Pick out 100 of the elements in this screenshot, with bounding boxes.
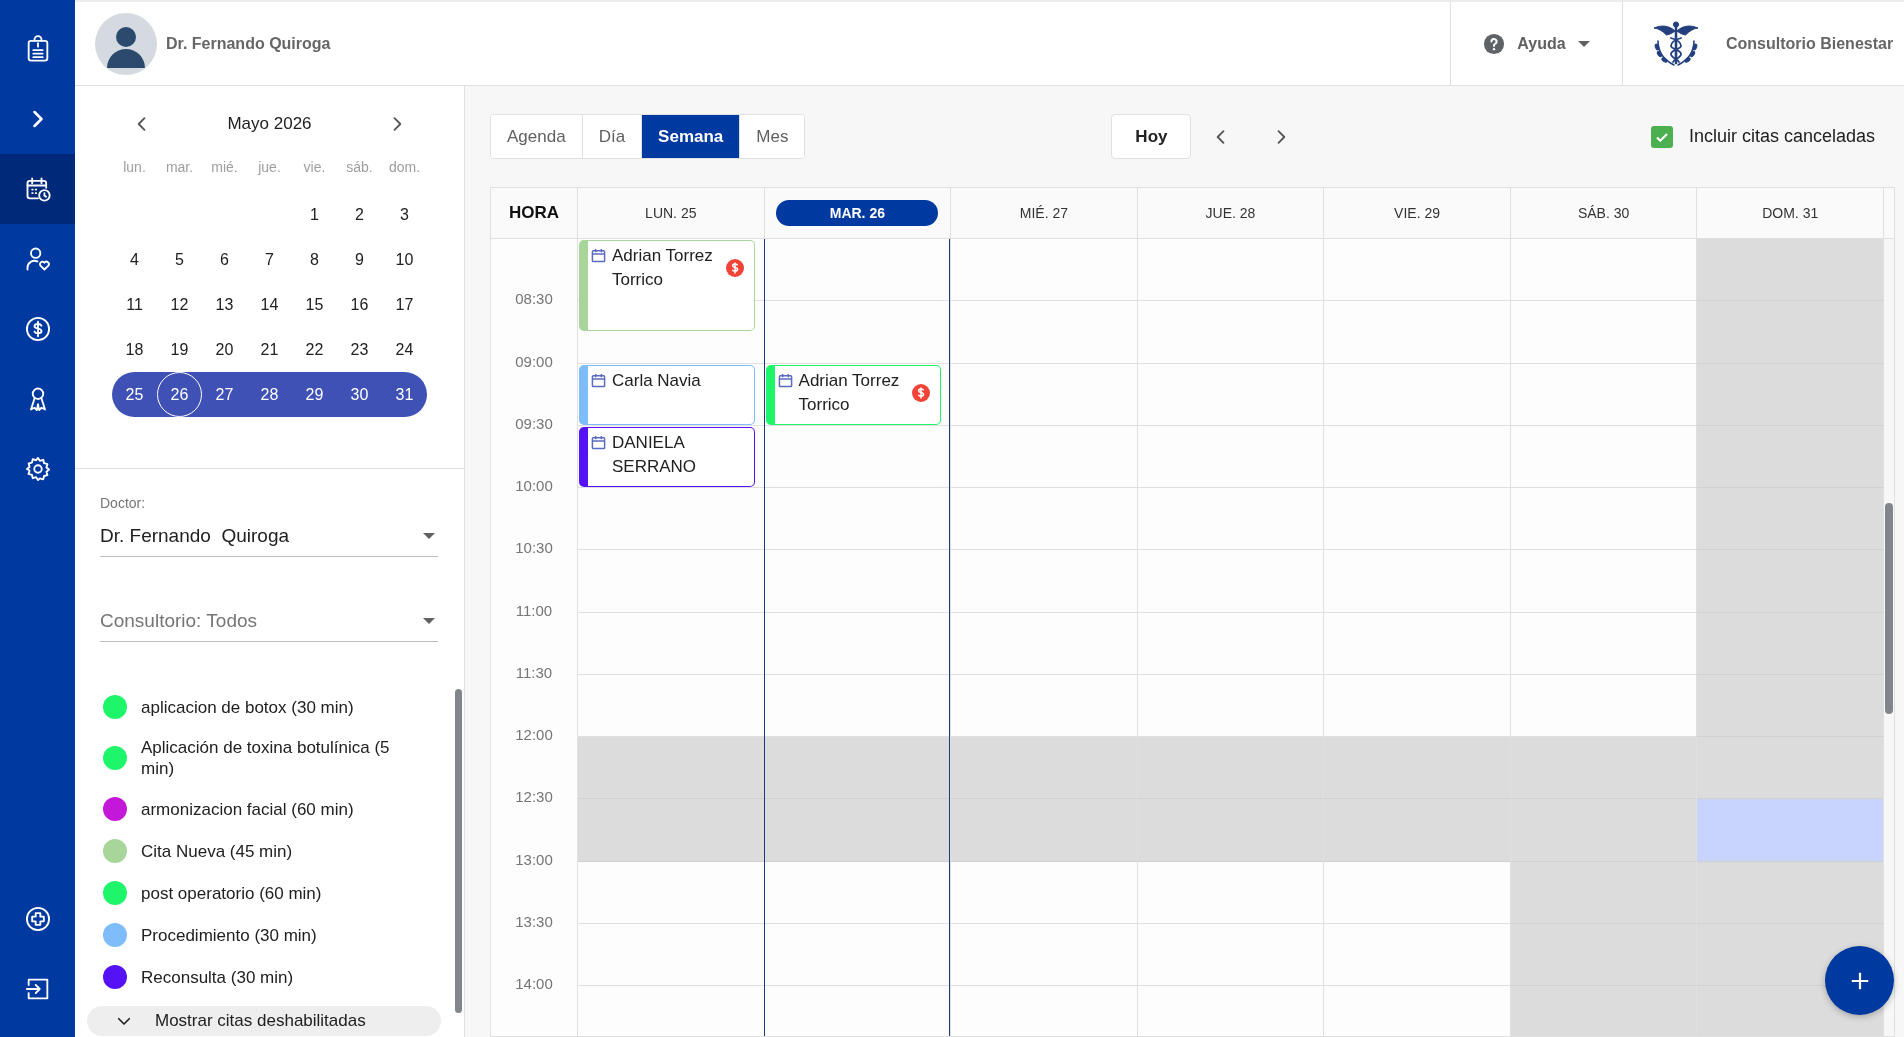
appointment-type-label: post operatorio (60 min) bbox=[141, 882, 322, 904]
calendar-day[interactable]: 18 bbox=[112, 327, 157, 372]
selected-week-band[interactable]: 25 26 27 28 29 30 31 bbox=[112, 372, 427, 417]
appointment-card[interactable]: Adrian Torrez Torrico bbox=[579, 240, 755, 332]
calendar-day[interactable]: 4 bbox=[112, 237, 157, 282]
calendar-day[interactable]: 27 bbox=[202, 372, 247, 417]
calendar-day[interactable]: 14 bbox=[247, 282, 292, 327]
patient-name: Carla Navia bbox=[612, 369, 702, 392]
time-label: 08:30 bbox=[515, 290, 553, 309]
include-cancelled-label[interactable]: Incluir citas canceladas bbox=[1688, 126, 1875, 147]
calendar-day[interactable]: 10 bbox=[382, 237, 427, 282]
user-name: Dr. Fernando Quiroga bbox=[166, 34, 331, 53]
time-label: 12:00 bbox=[515, 726, 553, 744]
calendar-day[interactable]: 23 bbox=[337, 327, 382, 372]
appointment-type-label: Procedimiento (30 min) bbox=[141, 924, 317, 946]
time-label: 13:30 bbox=[515, 912, 553, 931]
calendar-icon bbox=[591, 434, 606, 450]
calendar-icon bbox=[591, 372, 606, 388]
calendar-day[interactable]: 24 bbox=[382, 327, 427, 372]
appointment-type-label: Reconsulta (30 min) bbox=[141, 966, 294, 988]
view-tab[interactable]: Agenda bbox=[491, 115, 583, 158]
today-button[interactable]: Hoy bbox=[1111, 114, 1192, 159]
time-label: 11:00 bbox=[515, 601, 553, 620]
calendar-day[interactable]: 13 bbox=[202, 282, 247, 327]
weekday-label: mié. bbox=[211, 159, 238, 175]
calendar-day[interactable]: 28 bbox=[247, 372, 292, 417]
appointment-type-label: Cita Nueva (45 min) bbox=[141, 840, 293, 862]
calendar-day[interactable]: 16 bbox=[337, 282, 382, 327]
caret-down-icon bbox=[1577, 40, 1590, 47]
include-cancelled-checkbox[interactable] bbox=[1650, 125, 1673, 148]
calendar-icon bbox=[591, 248, 606, 263]
caret-down-icon bbox=[423, 618, 435, 624]
day-header[interactable]: MAR. 26 bbox=[776, 200, 939, 226]
time-label: 11:30 bbox=[515, 663, 553, 682]
day-header[interactable]: VIE. 29 bbox=[1394, 205, 1440, 221]
calendar-day[interactable]: 3 bbox=[382, 192, 427, 237]
avatar-icon bbox=[95, 12, 157, 75]
nav-button[interactable] bbox=[0, 154, 75, 224]
calendar-day[interactable]: 9 bbox=[337, 237, 382, 282]
patient-name: DANIELA SERRANO bbox=[612, 431, 698, 478]
calendar-day[interactable]: 6 bbox=[202, 237, 247, 282]
weekday-label: lun. bbox=[123, 159, 146, 175]
calendar-day[interactable]: 25 bbox=[112, 372, 157, 417]
scrollbar-thumb[interactable] bbox=[1885, 503, 1893, 714]
plus-circle-icon bbox=[23, 905, 52, 933]
time-label: 12:30 bbox=[515, 788, 553, 807]
weekday-label: dom. bbox=[388, 159, 421, 175]
time-label: 09:30 bbox=[515, 414, 553, 433]
dollar-circle-icon bbox=[23, 315, 52, 343]
calendar-day[interactable]: 15 bbox=[292, 282, 337, 327]
time-column-header: HORA bbox=[508, 203, 560, 223]
help-button[interactable]: Ayuda bbox=[1479, 26, 1594, 61]
calendar-day[interactable]: 22 bbox=[292, 327, 337, 372]
weekday-label: mar. bbox=[165, 159, 194, 175]
view-tab[interactable]: Semana bbox=[642, 115, 741, 158]
help-icon bbox=[1483, 32, 1506, 55]
patient-name: Adrian Torrez Torrico bbox=[612, 245, 714, 291]
calendar-day[interactable]: 1 bbox=[292, 192, 337, 237]
appointment-type-label: aplicacion de botox (30 min) bbox=[141, 696, 354, 718]
appointment-card[interactable]: Carla Navia bbox=[579, 364, 755, 425]
time-label: 10:30 bbox=[515, 539, 553, 558]
patient-name: Adrian Torrez Torrico bbox=[798, 369, 901, 416]
weekday-label: jue. bbox=[258, 159, 281, 175]
weekday-label: sáb. bbox=[346, 159, 373, 175]
calendar-day[interactable]: 2 bbox=[337, 192, 382, 237]
day-header[interactable]: LUN. 25 bbox=[645, 205, 697, 221]
calendar-day[interactable]: 29 bbox=[292, 372, 337, 417]
calendar-day[interactable]: 17 bbox=[382, 282, 427, 327]
appointment-card[interactable]: DANIELA SERRANO bbox=[579, 426, 755, 487]
field-label: Doctor: bbox=[100, 494, 146, 512]
calendar-day[interactable]: 20 bbox=[202, 327, 247, 372]
day-header[interactable]: MIÉ. 27 bbox=[1019, 205, 1069, 221]
appointment-type-label: Aplicación de toxina botulínica (5 min) bbox=[141, 737, 391, 779]
calendar-day[interactable]: 11 bbox=[112, 282, 157, 327]
office-select[interactable]: Consultorio: Todos bbox=[100, 601, 438, 642]
calendar-day[interactable]: 5 bbox=[157, 237, 202, 282]
calendar-day[interactable]: 31 bbox=[382, 372, 427, 417]
day-header[interactable]: SÁB. 30 bbox=[1577, 205, 1630, 221]
appointment-type-label: armonizacion facial (60 min) bbox=[141, 798, 354, 820]
day-header[interactable]: JUE. 28 bbox=[1205, 205, 1256, 221]
caret-down-icon bbox=[423, 533, 435, 539]
calendar-day[interactable]: 19 bbox=[157, 327, 202, 372]
calendar-icon bbox=[777, 372, 793, 388]
time-label: 10:00 bbox=[515, 477, 553, 495]
time-label: 13:00 bbox=[515, 850, 553, 869]
calendar-day[interactable]: 7 bbox=[247, 237, 292, 282]
time-label: 14:00 bbox=[515, 975, 553, 993]
scrollbar-thumb[interactable] bbox=[455, 689, 462, 1013]
weekday-label: vie. bbox=[303, 159, 326, 175]
calendar-day[interactable]: 21 bbox=[247, 327, 292, 372]
day-header[interactable]: DOM. 31 bbox=[1762, 205, 1819, 221]
calendar-day[interactable]: 12 bbox=[157, 282, 202, 327]
calendar-day[interactable]: 30 bbox=[337, 372, 382, 417]
clinic-name: Consultorio Bienestar bbox=[1726, 34, 1894, 53]
month-title: Mayo 2026 bbox=[227, 114, 312, 134]
calendar-day[interactable]: 8 bbox=[292, 237, 337, 282]
settings-icon bbox=[23, 455, 52, 483]
time-label: 09:00 bbox=[515, 352, 553, 371]
appointment-card[interactable]: Adrian Torrez Torrico bbox=[765, 364, 942, 425]
doctor-select[interactable]: Dr. Fernando Quiroga bbox=[100, 516, 438, 557]
